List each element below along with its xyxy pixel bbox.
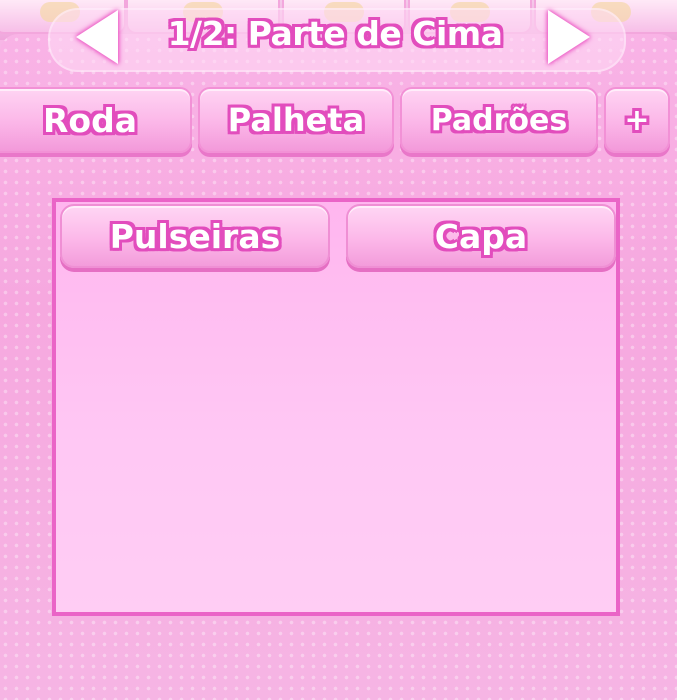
tab-roda[interactable]: Roda — [0, 87, 192, 153]
tab-palheta[interactable]: Palheta — [198, 87, 394, 153]
page-title: 1/2: Parte de Cima — [167, 14, 503, 53]
add-tab-button[interactable]: + — [604, 87, 670, 153]
category-pulseiras-button[interactable]: Pulseiras — [60, 204, 330, 268]
tab-padroes[interactable]: Padrões — [400, 87, 598, 153]
arrow-right-icon[interactable] — [548, 10, 590, 64]
category-capa-button[interactable]: Capa — [346, 204, 616, 268]
arrow-left-icon[interactable] — [76, 10, 118, 64]
